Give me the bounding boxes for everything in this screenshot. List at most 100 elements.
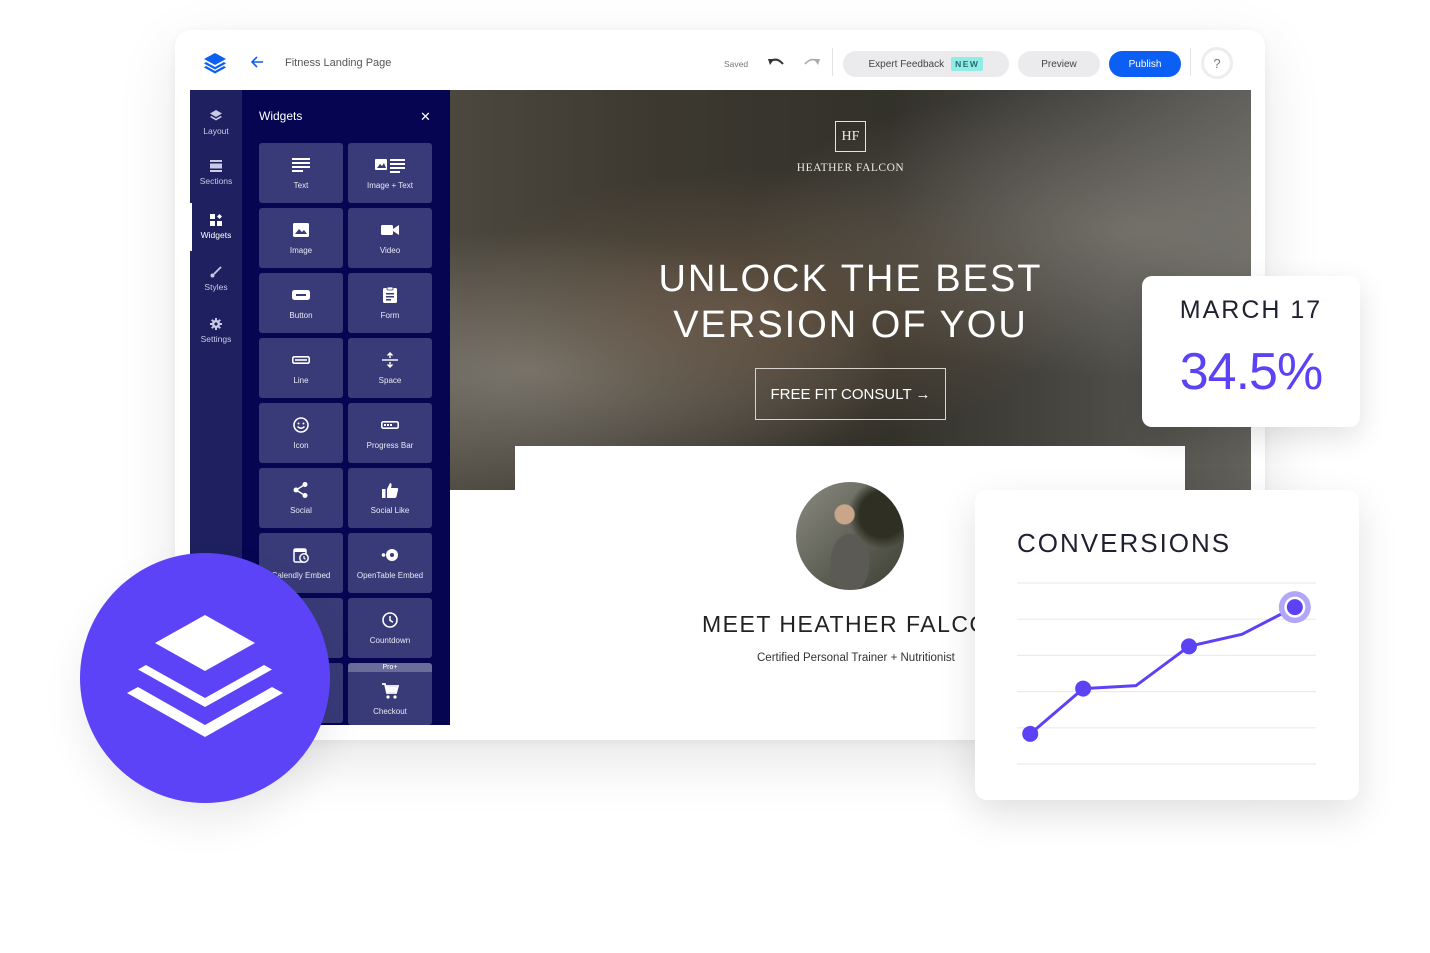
stat-date: MARCH 17	[1179, 296, 1323, 324]
button-icon	[292, 289, 310, 300]
gear-icon	[210, 318, 222, 330]
widget-progress-bar[interactable]: Progress Bar	[348, 403, 432, 463]
data-point[interactable]	[1286, 599, 1303, 616]
sections-icon	[210, 160, 222, 172]
widget-label: Countdown	[369, 635, 411, 645]
toolbar-divider	[1190, 48, 1191, 76]
space-icon	[382, 351, 398, 368]
widget-checkout[interactable]: Pro+ Checkout	[348, 663, 432, 725]
progress-bar-icon	[381, 420, 399, 429]
rail-item-styles[interactable]: Styles	[190, 253, 242, 305]
widget-video[interactable]: Video	[348, 208, 432, 268]
rail-item-label: Sections	[199, 176, 233, 186]
image-icon	[293, 222, 309, 237]
image-text-icon	[375, 158, 405, 173]
data-point[interactable]	[1022, 725, 1039, 742]
arrow-left-icon[interactable]	[249, 54, 265, 70]
layers-icon	[127, 615, 283, 737]
widget-label: OpenTable Embed	[356, 570, 424, 580]
rail-item-label: Widgets	[200, 230, 232, 240]
widget-space[interactable]: Space	[348, 338, 432, 398]
widget-label: Video	[379, 245, 401, 255]
publish-button[interactable]: Publish	[1109, 51, 1181, 77]
form-icon	[383, 286, 397, 303]
line-icon	[292, 355, 310, 364]
cart-icon	[382, 682, 399, 699]
panel-title: Widgets	[259, 109, 303, 123]
smiley-icon	[293, 416, 309, 433]
widget-button[interactable]: Button	[259, 273, 343, 333]
widget-social-like[interactable]: Social Like	[348, 468, 432, 528]
widget-countdown[interactable]: Countdown	[348, 598, 432, 658]
about-subtitle: Certified Personal Trainer + Nutritionis…	[757, 652, 955, 664]
expert-feedback-button[interactable]: Expert Feedback NEW	[843, 51, 1009, 77]
headline-line: VERSION OF YOU	[673, 304, 1028, 346]
series-line	[1029, 605, 1296, 735]
layers-icon	[210, 110, 222, 121]
clock-icon	[382, 611, 398, 628]
rail-item-layout[interactable]: Layout	[190, 97, 242, 149]
widget-label: Image + Text	[367, 180, 413, 190]
widget-label: Line	[293, 375, 309, 385]
preview-button[interactable]: Preview	[1018, 51, 1100, 77]
stat-card: MARCH 17 34.5%	[1142, 276, 1360, 427]
video-icon	[381, 224, 399, 235]
brand-monogram: HF	[835, 121, 866, 152]
toolbar-divider	[832, 48, 833, 76]
widget-opentable-embed[interactable]: OpenTable Embed	[348, 533, 432, 593]
saved-status: Saved	[724, 59, 749, 69]
hero-headline: UNLOCK THE BEST VERSION OF YOU	[450, 256, 1251, 348]
opentable-icon	[381, 548, 398, 561]
rail-item-widgets[interactable]: Widgets	[190, 201, 242, 253]
brand-badge	[80, 553, 330, 803]
data-point[interactable]	[1180, 638, 1197, 655]
undo-icon[interactable]	[767, 56, 785, 70]
widget-label: Text	[293, 180, 309, 190]
widget-label: Button	[289, 310, 313, 320]
free-fit-consult-button[interactable]: FREE FIT CONSULT →	[755, 368, 946, 420]
rail-item-settings[interactable]: Settings	[190, 305, 242, 357]
redo-icon[interactable]	[803, 56, 821, 70]
close-icon[interactable]: ✕	[420, 109, 431, 125]
top-bar: Fitness Landing Page Saved Expert Feedba…	[175, 30, 1265, 90]
brush-icon	[210, 266, 222, 278]
text-icon	[292, 157, 310, 172]
rail-item-label: Settings	[200, 334, 232, 344]
widget-image-text[interactable]: Image + Text	[348, 143, 432, 203]
hero-section[interactable]: HF HEATHER FALCON UNLOCK THE BEST VERSIO…	[450, 90, 1251, 490]
widget-label: Social Like	[370, 505, 410, 515]
widgets-icon	[210, 214, 222, 226]
avatar	[796, 482, 904, 590]
pro-plus-badge: Pro+	[348, 663, 432, 672]
calendar-clock-icon	[293, 547, 309, 563]
layers-icon[interactable]	[202, 52, 228, 74]
expert-feedback-label: Expert Feedback	[868, 58, 945, 70]
page-name[interactable]: Fitness Landing Page	[285, 57, 391, 69]
widget-form[interactable]: Form	[348, 273, 432, 333]
widget-label: Progress Bar	[366, 440, 414, 450]
widget-line[interactable]: Line	[259, 338, 343, 398]
conversions-chart	[1017, 582, 1316, 765]
widget-label: Form	[380, 310, 400, 320]
widget-label: Space	[378, 375, 402, 385]
widget-label: Checkout	[373, 706, 407, 716]
widget-text[interactable]: Text	[259, 143, 343, 203]
widget-label: Image	[289, 245, 313, 255]
stat-value: 34.5%	[1179, 343, 1323, 401]
data-point[interactable]	[1075, 680, 1092, 697]
thumbs-up-icon	[382, 482, 399, 498]
widget-image[interactable]: Image	[259, 208, 343, 268]
rail-item-sections[interactable]: Sections	[190, 147, 242, 199]
help-button[interactable]: ?	[1201, 47, 1233, 79]
rail-item-label: Layout	[203, 126, 229, 136]
rail-item-label: Styles	[204, 282, 228, 292]
about-title: MEET HEATHER FALCON	[702, 611, 1007, 637]
new-badge: NEW	[951, 57, 984, 71]
share-icon	[293, 481, 308, 498]
headline-line: UNLOCK THE BEST	[658, 258, 1043, 300]
conversions-card: CONVERSIONS	[975, 490, 1359, 800]
widget-label: Icon	[293, 440, 309, 450]
widget-social[interactable]: Social	[259, 468, 343, 528]
widget-icon[interactable]: Icon	[259, 403, 343, 463]
brand-name: HEATHER FALCON	[796, 162, 905, 174]
